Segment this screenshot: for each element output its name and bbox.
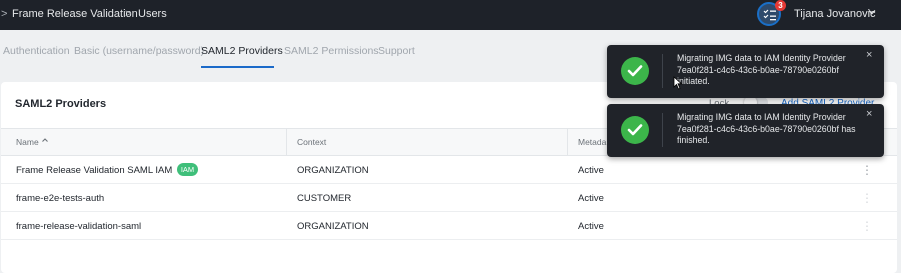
breadcrumb-separator: > — [125, 8, 132, 20]
mouse-pointer-icon — [673, 76, 683, 90]
toast-initiated: Migrating IMG data to IAM Identity Provi… — [607, 45, 884, 98]
toast-finished: Migrating IMG data to IAM Identity Provi… — [607, 104, 884, 157]
provider-status: Active — [578, 221, 604, 232]
notification-count-badge: 3 — [775, 0, 786, 11]
tab-saml2-providers[interactable]: SAML2 Providers — [201, 45, 283, 57]
table-row[interactable] — [1, 184, 897, 212]
close-icon[interactable]: × — [866, 108, 872, 120]
toast-message: Migrating IMG data to IAM Identity Provi… — [677, 53, 846, 86]
column-header-context[interactable]: Context — [297, 137, 326, 147]
toast-message: Migrating IMG data to IAM Identity Provi… — [677, 112, 856, 145]
column-divider — [286, 129, 287, 155]
provider-name: frame-release-validation-saml — [16, 221, 142, 232]
provider-context: CUSTOMER — [297, 193, 352, 204]
provider-status: Active — [578, 193, 604, 204]
column-divider — [567, 129, 568, 155]
provider-status: Active — [578, 165, 604, 176]
toast-divider — [662, 54, 663, 88]
provider-context: ORGANIZATION — [297, 165, 369, 176]
iam-badge: IAM — [177, 163, 198, 176]
chevron-down-icon[interactable] — [868, 8, 876, 16]
breadcrumb-app[interactable]: Frame Release Validation — [12, 8, 138, 20]
active-tab-indicator — [201, 66, 274, 68]
tab-saml2-permissions[interactable]: SAML2 Permissions — [284, 45, 379, 57]
tab-basic[interactable]: Basic (username/password) — [74, 45, 204, 57]
row-menu-icon[interactable]: ⋮ — [861, 164, 873, 176]
breadcrumb-section[interactable]: Users — [138, 8, 167, 20]
provider-context: ORGANIZATION — [297, 221, 369, 232]
provider-name: Frame Release Validation SAML IAM — [16, 165, 173, 176]
checklist-icon — [763, 9, 776, 21]
column-header-metadata[interactable]: Metada — [578, 137, 606, 147]
success-check-icon — [621, 116, 649, 144]
provider-name: frame-e2e-tests-auth — [16, 193, 105, 204]
user-name[interactable]: Tijana Jovanovic — [794, 8, 876, 20]
row-menu-icon[interactable]: ⋮ — [861, 220, 873, 232]
sort-ascending-icon[interactable] — [41, 136, 49, 144]
success-check-icon — [621, 57, 649, 85]
row-menu-icon[interactable]: ⋮ — [861, 192, 873, 204]
breadcrumb-prefix: > — [1, 8, 8, 20]
panel-title: SAML2 Providers — [15, 98, 107, 110]
tab-authentication[interactable]: Authentication — [3, 45, 70, 57]
tab-support[interactable]: Support — [378, 45, 415, 57]
column-header-name[interactable]: Name — [16, 137, 39, 147]
toast-divider — [662, 113, 663, 147]
close-icon[interactable]: × — [866, 49, 872, 61]
